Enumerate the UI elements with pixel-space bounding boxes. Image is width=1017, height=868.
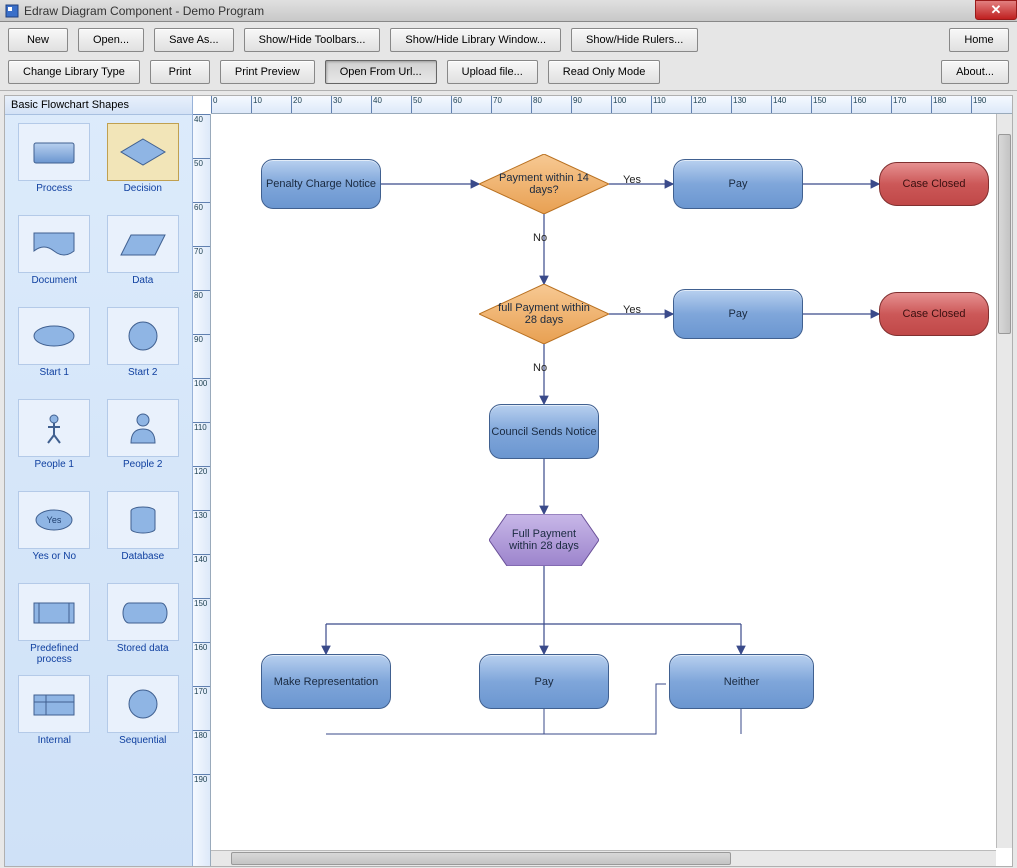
node-label: full Payment within 28 days: [495, 302, 593, 326]
shape-document[interactable]: Document: [13, 215, 96, 299]
shape-label: Start 2: [128, 367, 157, 391]
node-pay-3[interactable]: Pay: [479, 654, 609, 709]
shape-label: Database: [121, 551, 164, 575]
node-label: Full Payment within 28 days: [501, 528, 587, 552]
node-label: Council Sends Notice: [491, 426, 596, 438]
shapes-library-title: Basic Flowchart Shapes: [5, 96, 192, 115]
shape-label: People 1: [35, 459, 74, 483]
change-library-button[interactable]: Change Library Type: [8, 60, 140, 84]
node-make-representation[interactable]: Make Representation: [261, 654, 391, 709]
edge-label-yes-2: Yes: [623, 304, 641, 316]
scrollbar-thumb[interactable]: [998, 134, 1011, 334]
shape-label: Start 1: [40, 367, 69, 391]
print-preview-button[interactable]: Print Preview: [220, 60, 315, 84]
shape-label: Document: [31, 275, 77, 299]
shape-stored[interactable]: Stored data: [102, 583, 185, 667]
shape-label: Sequential: [119, 735, 166, 759]
node-label: Pay: [535, 676, 554, 688]
shape-predefined[interactable]: Predefined process: [13, 583, 96, 667]
shape-start1[interactable]: Start 1: [13, 307, 96, 391]
node-label: Payment within 14 days?: [495, 172, 593, 196]
close-icon: ✕: [991, 2, 1002, 18]
about-button[interactable]: About...: [941, 60, 1009, 84]
print-button[interactable]: Print: [150, 60, 210, 84]
shape-people2[interactable]: People 2: [102, 399, 185, 483]
shape-process[interactable]: Process: [13, 123, 96, 207]
edge-label-yes-1: Yes: [623, 174, 641, 186]
shape-label: Predefined process: [13, 643, 96, 667]
scrollbar-thumb[interactable]: [231, 852, 731, 865]
shape-label: Process: [36, 183, 72, 207]
node-label: Neither: [724, 676, 759, 688]
scrollbar-horizontal[interactable]: [211, 850, 996, 866]
home-button[interactable]: Home: [949, 28, 1009, 52]
svg-text:Yes: Yes: [47, 515, 62, 525]
showhide-library-button[interactable]: Show/Hide Library Window...: [390, 28, 561, 52]
titlebar: Edraw Diagram Component - Demo Program ✕: [0, 0, 1017, 22]
node-neither[interactable]: Neither: [669, 654, 814, 709]
node-full-payment-28[interactable]: Full Payment within 28 days: [489, 514, 599, 566]
new-button[interactable]: New: [8, 28, 68, 52]
open-from-url-button[interactable]: Open From Url...: [325, 60, 437, 84]
shapes-library-panel: Basic Flowchart Shapes Process Decision …: [5, 96, 193, 866]
node-payment-14[interactable]: Payment within 14 days?: [479, 154, 609, 214]
node-label: Case Closed: [903, 178, 966, 190]
shape-yesno[interactable]: Yes Yes or No: [13, 491, 96, 575]
showhide-rulers-button[interactable]: Show/Hide Rulers...: [571, 28, 698, 52]
node-penalty-charge[interactable]: Penalty Charge Notice: [261, 159, 381, 209]
open-button[interactable]: Open...: [78, 28, 144, 52]
ruler-horizontal: 0102030405060708090100110120130140150160…: [211, 96, 1012, 114]
node-case-closed-2[interactable]: Case Closed: [879, 292, 989, 336]
app-icon: [4, 3, 20, 19]
showhide-toolbars-button[interactable]: Show/Hide Toolbars...: [244, 28, 381, 52]
node-case-closed-1[interactable]: Case Closed: [879, 162, 989, 206]
shape-start2[interactable]: Start 2: [102, 307, 185, 391]
diagram-canvas[interactable]: Penalty Charge Notice Payment within 14 …: [211, 114, 1012, 866]
toolbar-area: New Open... Save As... Show/Hide Toolbar…: [0, 22, 1017, 91]
upload-file-button[interactable]: Upload file...: [447, 60, 538, 84]
shape-internal[interactable]: Internal: [13, 675, 96, 759]
node-label: Pay: [729, 308, 748, 320]
content-area: Basic Flowchart Shapes Process Decision …: [4, 95, 1013, 867]
shape-decision[interactable]: Decision: [102, 123, 185, 207]
node-label: Penalty Charge Notice: [266, 178, 376, 190]
shape-label: People 2: [123, 459, 162, 483]
shape-label: Yes or No: [32, 551, 76, 575]
shape-label: Decision: [124, 183, 162, 207]
shape-people1[interactable]: People 1: [13, 399, 96, 483]
node-label: Make Representation: [274, 676, 379, 688]
scrollbar-vertical[interactable]: [996, 114, 1012, 848]
save-as-button[interactable]: Save As...: [154, 28, 234, 52]
read-only-button[interactable]: Read Only Mode: [548, 60, 661, 84]
shape-database[interactable]: Database: [102, 491, 185, 575]
canvas-area: 0102030405060708090100110120130140150160…: [193, 96, 1012, 866]
close-button[interactable]: ✕: [975, 0, 1017, 20]
node-payment-28[interactable]: full Payment within 28 days: [479, 284, 609, 344]
edge-label-no-1: No: [533, 232, 547, 244]
shape-label: Stored data: [117, 643, 169, 667]
toolbar-row-1: New Open... Save As... Show/Hide Toolbar…: [8, 28, 1009, 52]
node-label: Case Closed: [903, 308, 966, 320]
shape-label: Internal: [38, 735, 71, 759]
shapes-grid: Process Decision Document Data Start 1 S…: [5, 115, 192, 767]
node-pay-1[interactable]: Pay: [673, 159, 803, 209]
node-label: Pay: [729, 178, 748, 190]
toolbar-row-2: Change Library Type Print Print Preview …: [8, 60, 1009, 84]
ruler-vertical: 4050607080901001101201301401501601701801…: [193, 114, 211, 866]
edge-label-no-2: No: [533, 362, 547, 374]
shape-label: Data: [132, 275, 153, 299]
window-title: Edraw Diagram Component - Demo Program: [24, 4, 1013, 18]
node-council-notice[interactable]: Council Sends Notice: [489, 404, 599, 459]
node-pay-2[interactable]: Pay: [673, 289, 803, 339]
shape-sequential[interactable]: Sequential: [102, 675, 185, 759]
shape-data[interactable]: Data: [102, 215, 185, 299]
